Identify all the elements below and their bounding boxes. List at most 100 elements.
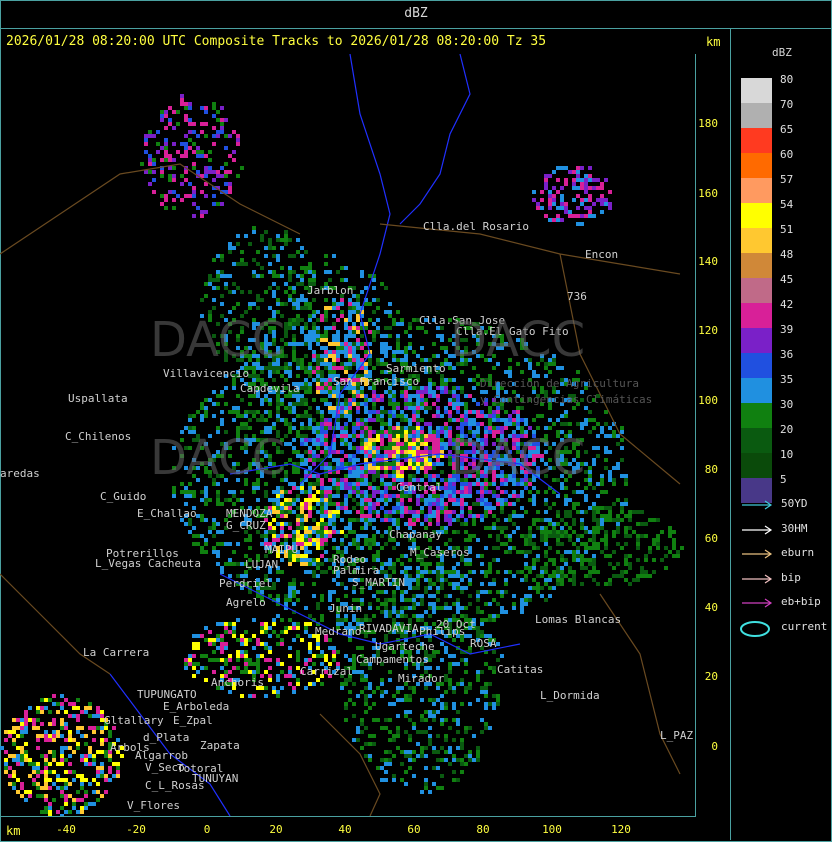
x-tick-label: 120 [611,823,631,836]
place-label: Jarblon [307,284,354,297]
legend-level-label: 70 [780,98,794,111]
y-tick-label: 180 [698,117,718,130]
dacc-watermark: DACC [150,430,286,486]
legend-swatch [741,303,772,328]
legend-swatch [741,253,772,278]
place-label: Carrizal [300,665,353,678]
track-arrow-icon [742,598,773,608]
x-tick-label: 40 [338,823,352,836]
dacc-watermark: DACC [450,430,586,486]
y-tick-label: 40 [704,601,718,614]
legend-level-label: 36 [780,348,794,361]
legend-swatch [741,453,772,478]
legend-swatch [741,328,772,353]
place-label: Agrelo [226,596,266,609]
place-label: Gltallary [104,714,164,727]
legend-level-label: 80 [780,73,794,86]
place-label: C_Chilenos [65,430,132,443]
legend-level-label: 5 [780,473,787,486]
border-line [0,573,111,675]
legend-separator [730,28,731,840]
x-tick-label: 80 [476,823,490,836]
y-tick-label: 100 [698,394,718,407]
track-label: eburn [781,546,815,560]
legend-title: dBZ [772,46,792,59]
top-bar: dBZ [0,0,832,29]
place-label: C_Guido [100,490,147,503]
place-label: Villavicencio [163,367,250,380]
track-arrow-icon [742,500,773,510]
place-label: ROSA [470,637,497,650]
place-label: C_L_Rosas [145,779,205,792]
watermark-subtitle: y Contingencias Climáticas [480,393,653,406]
page-title: 2026/01/28 08:20:00 UTC Composite Tracks… [6,34,547,49]
legend-level-label: 20 [780,423,794,436]
y-tick-label: 60 [704,532,718,545]
legend-swatch [741,128,772,153]
legend-level-label: 10 [780,448,794,461]
place-label: Chapanay [389,528,442,541]
place-label: Mirador [398,672,445,685]
place-label: Ugarteche [375,640,435,653]
legend-swatch [741,103,772,128]
track-arrow-icon [742,525,773,535]
y-tick-label: 20 [704,670,718,683]
place-label: E_Challao [137,507,197,520]
legend-level-label: 39 [780,323,794,336]
place-label: G_CRUZ [226,519,266,532]
place-label: San Francisco [333,375,420,388]
legend-swatch [741,178,772,203]
legend-level-label: 60 [780,148,794,161]
legend-level-label: 65 [780,123,794,136]
watermark-subtitle: Dirección de Agricultura [480,377,639,390]
track-label: current [781,620,828,633]
y-tick-label: 80 [704,463,718,476]
legend-swatch [741,78,772,103]
place-label: 20 Oct [436,618,476,631]
place-label: 736 [567,290,587,303]
place-label: Lomas Blancas [535,613,622,626]
place-label: M_Caseros [410,546,470,559]
km-label-top: km [706,35,721,49]
legend-swatch [741,203,772,228]
legend-swatch [741,378,772,403]
border-line [0,163,301,255]
current-track-ellipse-icon [740,621,770,637]
legend-level-label: 30 [780,398,794,411]
y-tick-label: 160 [698,187,718,200]
place-label: Capdevila [240,382,300,395]
legend-swatch [741,153,772,178]
x-tick-label: 0 [203,823,211,836]
legend-level-label: 51 [780,223,794,236]
place-label: Uspallata [68,392,128,405]
place-label: La Carrera [83,646,150,659]
x-tick-label: -20 [126,823,146,836]
place-label: Medrano [315,625,362,638]
x-tick-label: 20 [269,823,283,836]
place-label: V_Flores [127,799,180,812]
place-label: L_PAZ [660,729,694,742]
legend-swatch [741,428,772,453]
place-label: E_Arboleda [163,700,230,713]
track-label: eb+bip [781,595,821,609]
legend-swatch [741,353,772,378]
x-tick-label: -40 [56,823,76,836]
place-label: d_Plata [143,731,190,744]
place-label: Zapata [200,739,240,752]
place-label: Sarmiento [386,362,446,375]
place-label: L_Vegas [95,557,142,570]
dacc-watermark: DACC [450,312,586,368]
track-label: 30HM [781,521,808,535]
place-label: Cacheuta [148,557,201,570]
x-tick-label: 100 [542,823,562,836]
place-label: Central [396,481,443,494]
place-label: Campamentos [356,653,429,666]
dacc-watermark: DACC [150,312,286,368]
place-label: Clla.del Rosario [423,220,529,233]
place-label: S_MARTIN [352,576,405,589]
x-tick-label: 60 [407,823,421,836]
unit-header: dBZ [404,6,428,21]
km-label-bottom: km [6,824,21,838]
legend-level-label: 54 [780,198,794,211]
place-label: MAIPU [265,543,299,556]
